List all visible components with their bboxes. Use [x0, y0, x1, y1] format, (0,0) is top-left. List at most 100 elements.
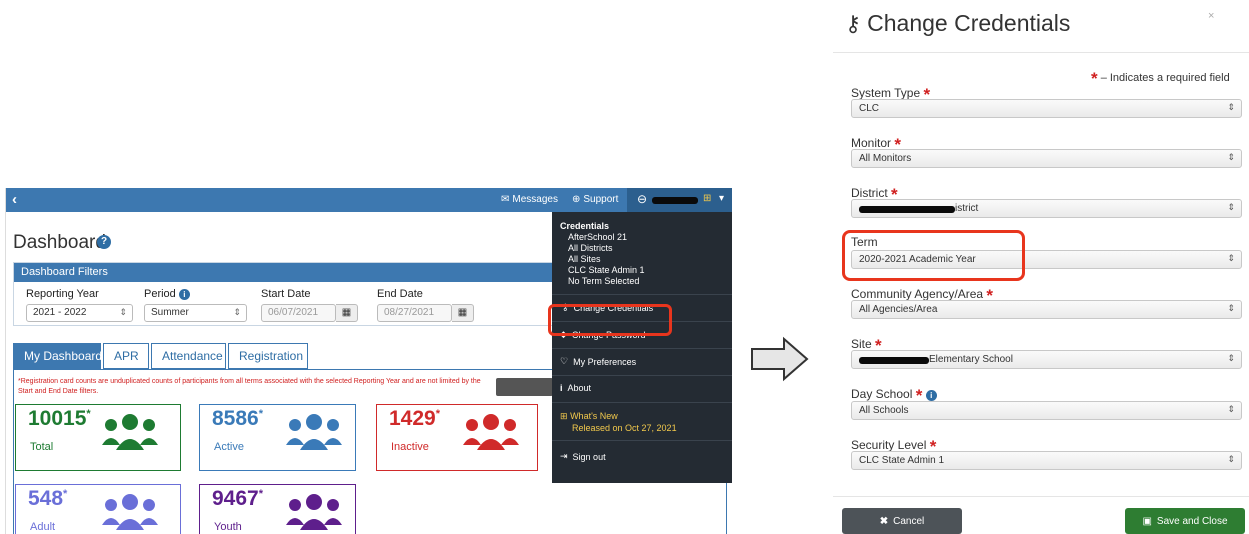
credential-role: CLC State Admin 1	[568, 265, 645, 275]
dashboard-screenshot: ‹ ✉ Messages ⊕ Support ⊖ ⊞ ▾ Dashboard ?…	[5, 188, 732, 534]
redacted-site-name	[859, 357, 929, 364]
select-arrows-icon: ⇕	[233, 307, 241, 317]
credentials-summary: Credentials AfterSchool 21 All Districts…	[560, 221, 645, 287]
active-card[interactable]: 8586* Active	[199, 404, 356, 471]
menu-divider	[552, 294, 732, 295]
select-arrows-icon: ⇕	[1227, 253, 1235, 263]
menu-about[interactable]: i About	[560, 383, 591, 393]
change-credentials-highlight	[548, 304, 672, 336]
heart-icon: ♡	[560, 356, 569, 366]
people-icon	[102, 414, 158, 450]
menu-divider	[552, 402, 732, 403]
select-arrows-icon: ⇕	[1227, 353, 1235, 363]
start-date-label: Start Date	[261, 288, 311, 300]
calendar-icon[interactable]: ▦	[336, 304, 358, 322]
menu-divider	[552, 375, 732, 376]
release-date: Released on Oct 27, 2021	[572, 423, 677, 433]
save-icon: ▣	[1142, 515, 1152, 527]
back-button[interactable]: ‹	[12, 191, 17, 208]
gift-icon: ⊞	[560, 411, 568, 421]
security-level-select[interactable]: CLC State Admin 1 ⇕	[851, 451, 1242, 470]
menu-divider	[552, 348, 732, 349]
people-icon	[286, 414, 342, 450]
user-dropdown-menu: Credentials AfterSchool 21 All Districts…	[552, 212, 732, 483]
select-arrows-icon: ⇕	[119, 307, 127, 317]
user-icon: ⊖	[637, 192, 648, 206]
menu-divider	[552, 440, 732, 441]
youth-card[interactable]: 9467* Youth	[199, 484, 356, 534]
arrow-right-icon	[751, 336, 809, 382]
gift-icon: ⊞	[703, 193, 712, 204]
inactive-card[interactable]: 1429* Inactive	[376, 404, 538, 471]
select-arrows-icon: ⇕	[1227, 303, 1235, 313]
required-field-note: * – Indicates a required field	[1091, 69, 1230, 88]
close-icon[interactable]: ×	[1208, 10, 1214, 22]
change-credentials-modal: ⚷ Change Credentials × * – Indicates a r…	[833, 0, 1249, 534]
end-date-label: End Date	[377, 288, 423, 300]
reporting-year-label: Reporting Year	[26, 288, 99, 300]
term-highlight	[842, 230, 1025, 281]
tab-my-dashboard[interactable]: My Dashboard	[13, 343, 102, 369]
filters-header: Dashboard Filters	[14, 263, 552, 282]
select-arrows-icon: ⇕	[1227, 102, 1235, 112]
help-icon[interactable]: ?	[97, 235, 111, 249]
people-icon	[102, 494, 158, 530]
tab-attendance[interactable]: Attendance	[151, 343, 226, 369]
info-icon[interactable]: i	[925, 390, 937, 401]
calendar-icon[interactable]: ▦	[452, 304, 474, 322]
required-asterisk: *	[1091, 69, 1098, 88]
top-navbar: ‹ ✉ Messages ⊕ Support ⊖ ⊞ ▾	[6, 188, 732, 212]
credentials-heading: Credentials	[560, 221, 610, 231]
period-label: Period i	[144, 288, 190, 300]
adult-card[interactable]: 548* Adult	[15, 484, 181, 534]
agency-select[interactable]: All Agencies/Area ⇕	[851, 300, 1242, 319]
period-select[interactable]: Summer ⇕	[144, 304, 247, 322]
day-school-select[interactable]: All Schools ⇕	[851, 401, 1242, 420]
user-menu-toggle[interactable]: ⊖ ⊞ ▾	[627, 188, 732, 212]
export-button[interactable]	[496, 378, 553, 396]
monitor-select[interactable]: All Monitors ⇕	[851, 149, 1242, 168]
end-date-input[interactable]: 08/27/2021	[377, 304, 452, 322]
credential-district: All Districts	[568, 243, 613, 253]
modal-footer-divider	[833, 496, 1249, 497]
tab-apr[interactable]: APR	[103, 343, 149, 369]
registration-note: *Registration card counts are unduplicat…	[18, 378, 481, 395]
credential-program: AfterSchool 21	[568, 232, 628, 242]
key-icon: ⚷	[845, 10, 862, 36]
day-school-label: Day School * i	[851, 383, 937, 405]
save-and-close-button[interactable]: ▣ Save and Close	[1125, 508, 1245, 534]
menu-whats-new[interactable]: ⊞ What's New Released on Oct 27, 2021	[560, 410, 677, 434]
support-link[interactable]: ⊕ Support	[572, 194, 618, 205]
credential-term: No Term Selected	[568, 276, 640, 286]
select-arrows-icon: ⇕	[1227, 454, 1235, 464]
info-icon[interactable]: i	[178, 289, 190, 300]
dashboard-filters-panel: Dashboard Filters Reporting Year 2021 - …	[13, 262, 553, 326]
redacted-district-name	[859, 206, 955, 213]
caret-down-icon: ▾	[719, 193, 725, 204]
modal-header-divider	[833, 52, 1249, 53]
page-title: Dashboard	[13, 232, 106, 253]
credential-site: All Sites	[568, 254, 601, 264]
site-select[interactable]: Elementary School ⇕	[851, 350, 1242, 369]
system-type-select[interactable]: CLC ⇕	[851, 99, 1242, 118]
total-card[interactable]: 10015* Total	[15, 404, 181, 471]
select-arrows-icon: ⇕	[1227, 202, 1235, 212]
start-date-input[interactable]: 06/07/2021	[261, 304, 336, 322]
redacted-username	[652, 197, 698, 204]
modal-title: ⚷ Change Credentials	[845, 10, 1071, 36]
select-arrows-icon: ⇕	[1227, 404, 1235, 414]
lifebuoy-icon: ⊕	[572, 194, 581, 205]
sign-out-icon: ⇥	[560, 451, 568, 461]
menu-sign-out[interactable]: ⇥ Sign out	[560, 451, 606, 462]
reporting-year-select[interactable]: 2021 - 2022 ⇕	[26, 304, 133, 322]
people-icon	[463, 414, 519, 450]
menu-my-preferences[interactable]: ♡ My Preferences	[560, 356, 636, 367]
messages-link[interactable]: ✉ Messages	[501, 194, 558, 205]
envelope-icon: ✉	[501, 194, 510, 205]
select-arrows-icon: ⇕	[1227, 152, 1235, 162]
district-select[interactable]: istrict ⇕	[851, 199, 1242, 218]
info-icon: i	[560, 383, 563, 393]
tab-registration[interactable]: Registration	[228, 343, 308, 369]
cancel-button[interactable]: ✖ Cancel	[842, 508, 962, 534]
close-icon: ✖	[879, 515, 889, 527]
